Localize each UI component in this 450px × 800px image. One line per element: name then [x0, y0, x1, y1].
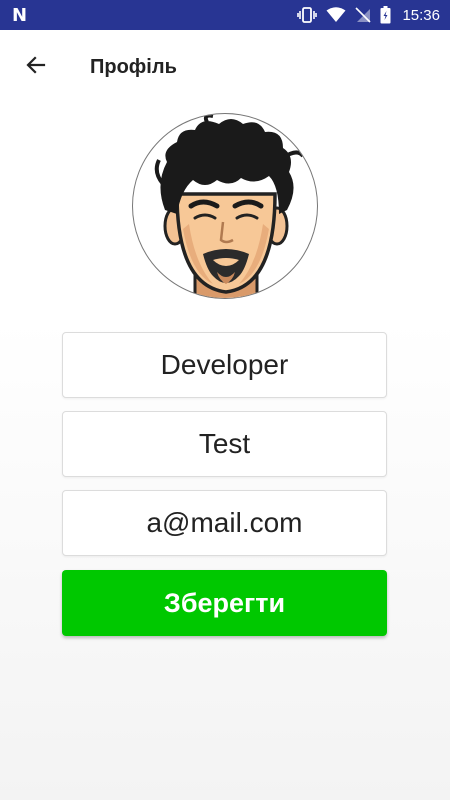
avatar-cartoon-face: [154, 114, 305, 298]
vibrate-icon: [297, 7, 318, 23]
battery-icon: [380, 6, 391, 24]
status-time: 15:36: [402, 6, 440, 24]
avatar[interactable]: [132, 113, 318, 299]
save-button[interactable]: Зберегти: [62, 570, 387, 636]
email-field[interactable]: a@mail.com: [62, 490, 387, 556]
app-bar: Профіль: [0, 30, 450, 104]
back-button[interactable]: [8, 39, 64, 95]
wifi-icon: [326, 7, 346, 23]
page-title: Профіль: [90, 55, 177, 78]
last-name-field[interactable]: Test: [62, 411, 387, 477]
status-bar: N 15:36: [0, 0, 450, 30]
arrow-left-icon: [24, 53, 48, 82]
first-name-field[interactable]: Developer: [62, 332, 387, 398]
n-notification-icon: N: [12, 4, 28, 26]
no-sim-icon: [355, 7, 372, 23]
